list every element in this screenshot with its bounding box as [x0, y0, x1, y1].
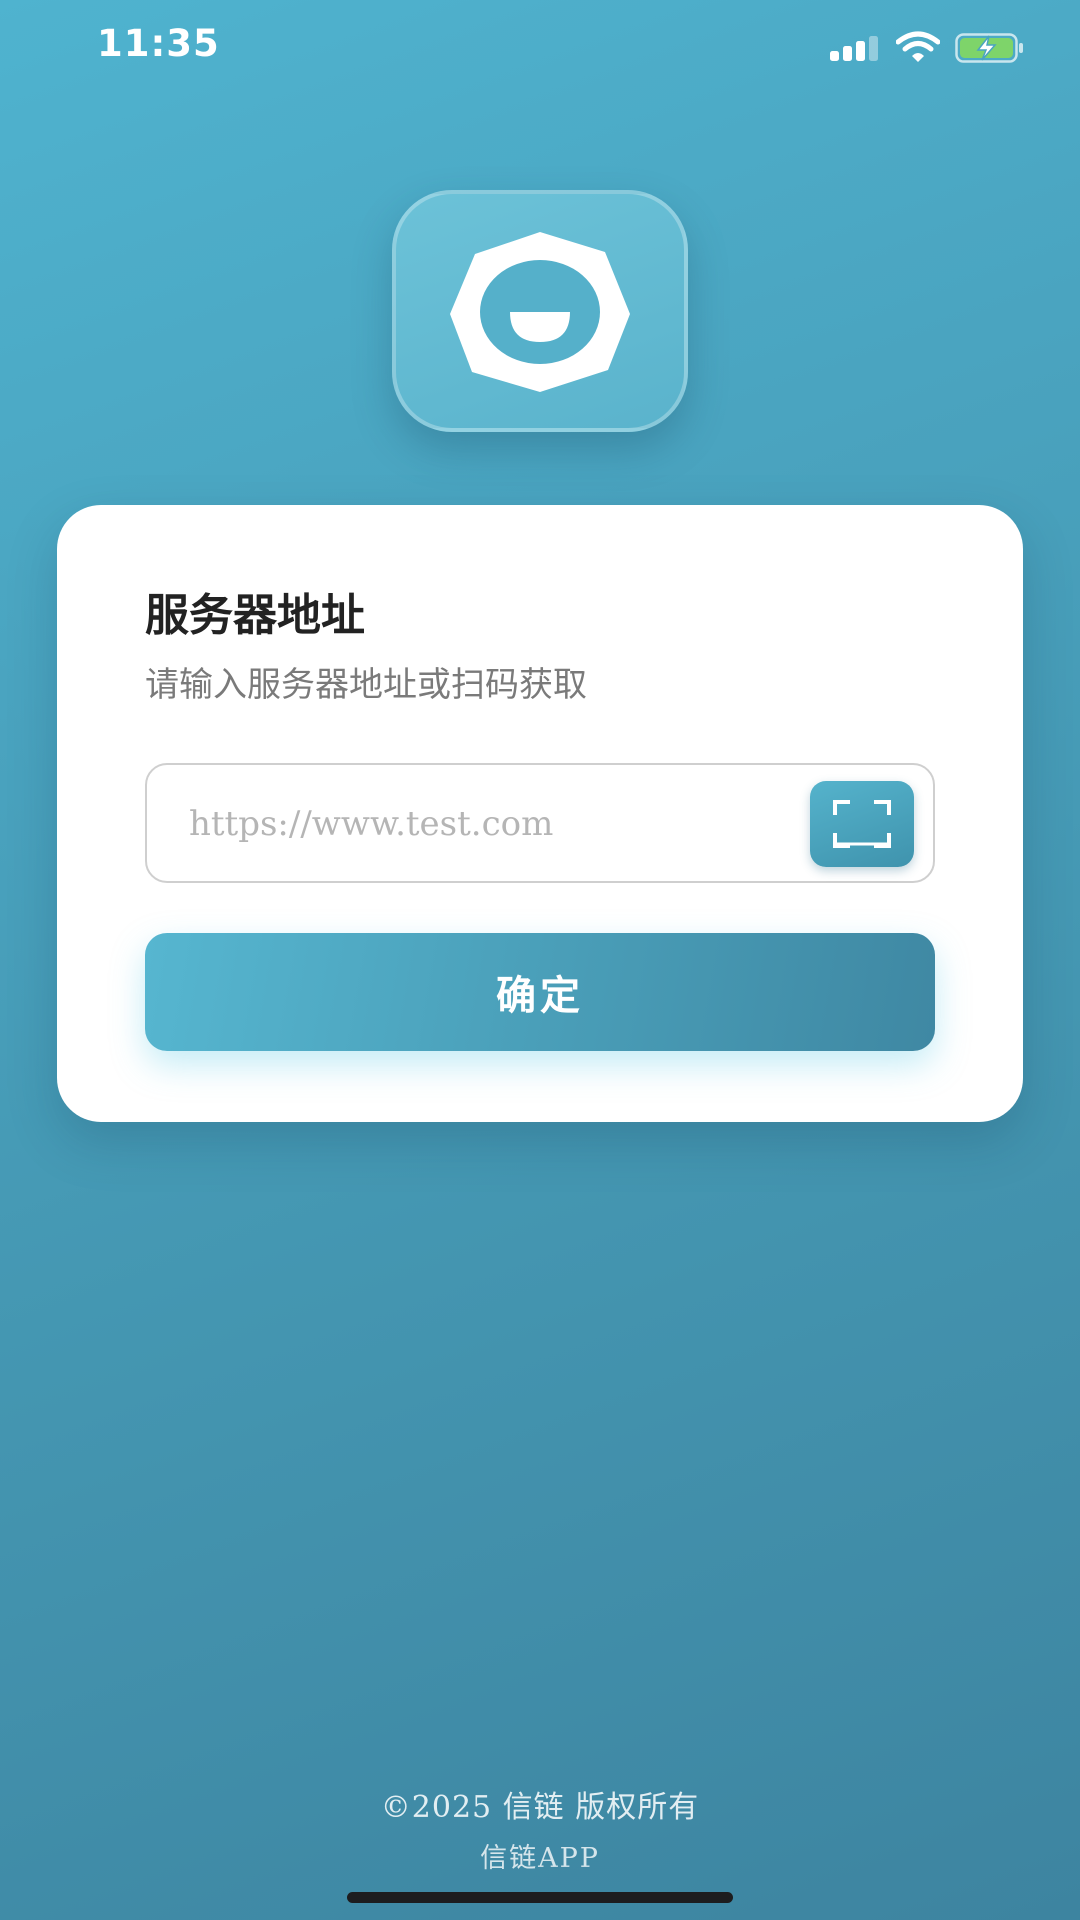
- footer-copyright: ©2025 信链 版权所有: [380, 1790, 700, 1825]
- server-url-input[interactable]: [187, 787, 791, 861]
- qr-scan-icon: [833, 800, 891, 848]
- confirm-button-label: 确定: [496, 973, 584, 1019]
- status-time: 11:35: [97, 22, 220, 65]
- server-url-field: [145, 763, 935, 883]
- home-indicator[interactable]: [347, 1892, 733, 1903]
- confirm-button[interactable]: 确定: [145, 933, 935, 1051]
- wifi-icon: [896, 31, 940, 62]
- footer-app-name: 信链APP: [480, 1843, 600, 1874]
- card-title: 服务器地址: [145, 590, 365, 641]
- app-logo-icon: [450, 232, 630, 392]
- scan-button[interactable]: [810, 781, 914, 867]
- server-address-card: 服务器地址 请输入服务器地址或扫码获取 确定: [57, 505, 1023, 1122]
- card-subtitle: 请输入服务器地址或扫码获取: [145, 665, 587, 705]
- app-logo: [392, 190, 688, 432]
- cellular-signal-icon: [830, 36, 878, 61]
- battery-charging-icon: [955, 33, 1023, 63]
- status-bar: 11:35: [0, 0, 1080, 100]
